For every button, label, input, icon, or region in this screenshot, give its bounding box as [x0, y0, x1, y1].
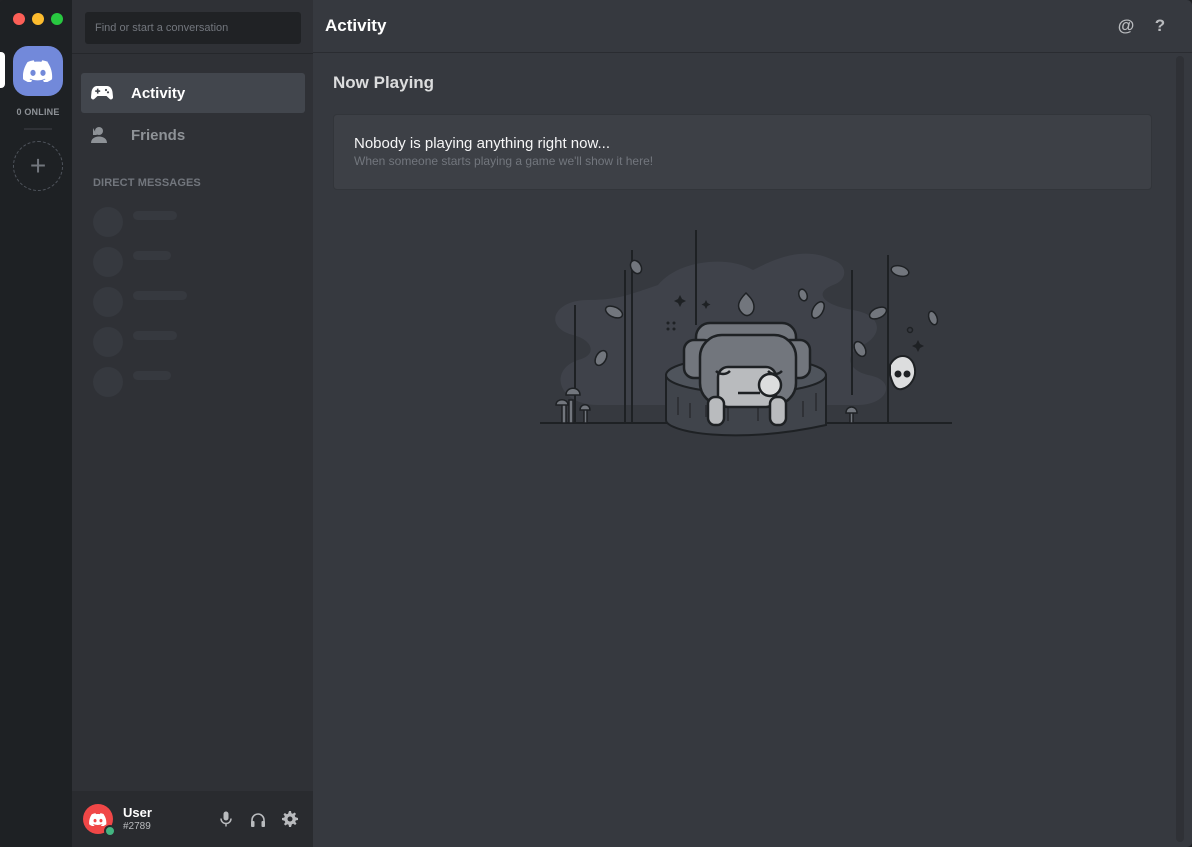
home-button[interactable]: [13, 46, 63, 96]
search-divider: [72, 53, 313, 54]
discord-logo-icon: [23, 60, 53, 82]
headphones-icon[interactable]: [250, 811, 266, 827]
search-input[interactable]: Find or start a conversation: [85, 12, 301, 44]
dm-placeholder: [93, 286, 187, 318]
friends-icon: [91, 124, 113, 146]
user-panel: User #2789: [72, 791, 313, 847]
window-controls: [13, 13, 63, 25]
user-controls: [218, 811, 298, 827]
add-server-button[interactable]: +: [13, 141, 63, 191]
gamepad-icon: [91, 82, 113, 104]
nav-item-activity[interactable]: Activity: [81, 73, 305, 113]
window-maximize-button[interactable]: [51, 13, 63, 25]
plus-icon: +: [29, 150, 47, 181]
empty-state-subtitle: When someone starts playing a game we'll…: [354, 154, 654, 168]
user-avatar[interactable]: [83, 804, 116, 837]
direct-messages-header: DIRECT MESSAGES: [93, 177, 201, 189]
user-info: User #2789: [123, 805, 213, 834]
mentions-icon[interactable]: @: [1116, 16, 1136, 36]
online-status-dot: [104, 825, 116, 837]
window-close-button[interactable]: [13, 13, 25, 25]
channel-sidebar: Find or start a conversation Activity Fr…: [72, 0, 313, 847]
discord-logo-icon: [89, 812, 107, 826]
dm-placeholder: [93, 326, 177, 358]
dm-placeholder: [93, 246, 171, 278]
username: User: [123, 804, 152, 820]
settings-gear-icon[interactable]: [282, 811, 298, 827]
now-playing-heading: Now Playing: [333, 73, 435, 92]
top-bar-actions: @ ?: [1116, 16, 1170, 36]
empty-state-title: Nobody is playing anything right now...: [354, 135, 610, 152]
dm-placeholder: [93, 366, 171, 398]
nav-item-label: Activity: [131, 84, 186, 102]
page-title: Activity: [325, 16, 387, 35]
home-selected-indicator: [0, 52, 5, 88]
nav-item-friends[interactable]: Friends: [81, 115, 305, 155]
user-discriminator: #2789: [123, 820, 151, 832]
rail-separator: [24, 128, 52, 130]
dm-placeholder: [93, 206, 177, 238]
microphone-icon[interactable]: [218, 811, 234, 827]
empty-state-card: Nobody is playing anything right now... …: [333, 114, 1152, 190]
window-minimize-button[interactable]: [32, 13, 44, 25]
sleeping-wumpus-illustration: [540, 230, 952, 437]
online-count: 0 ONLINE: [16, 107, 60, 117]
main-content: Activity @ ? Now Playing Nobody is playi…: [313, 0, 1192, 847]
nav-item-label: Friends: [131, 126, 186, 144]
app-window: 0 ONLINE + Find or start a conversation …: [0, 0, 1192, 847]
top-bar: Activity @ ?: [313, 0, 1192, 53]
server-rail: 0 ONLINE +: [0, 0, 72, 847]
scrollbar[interactable]: [1176, 56, 1184, 842]
help-icon[interactable]: ?: [1150, 16, 1170, 36]
